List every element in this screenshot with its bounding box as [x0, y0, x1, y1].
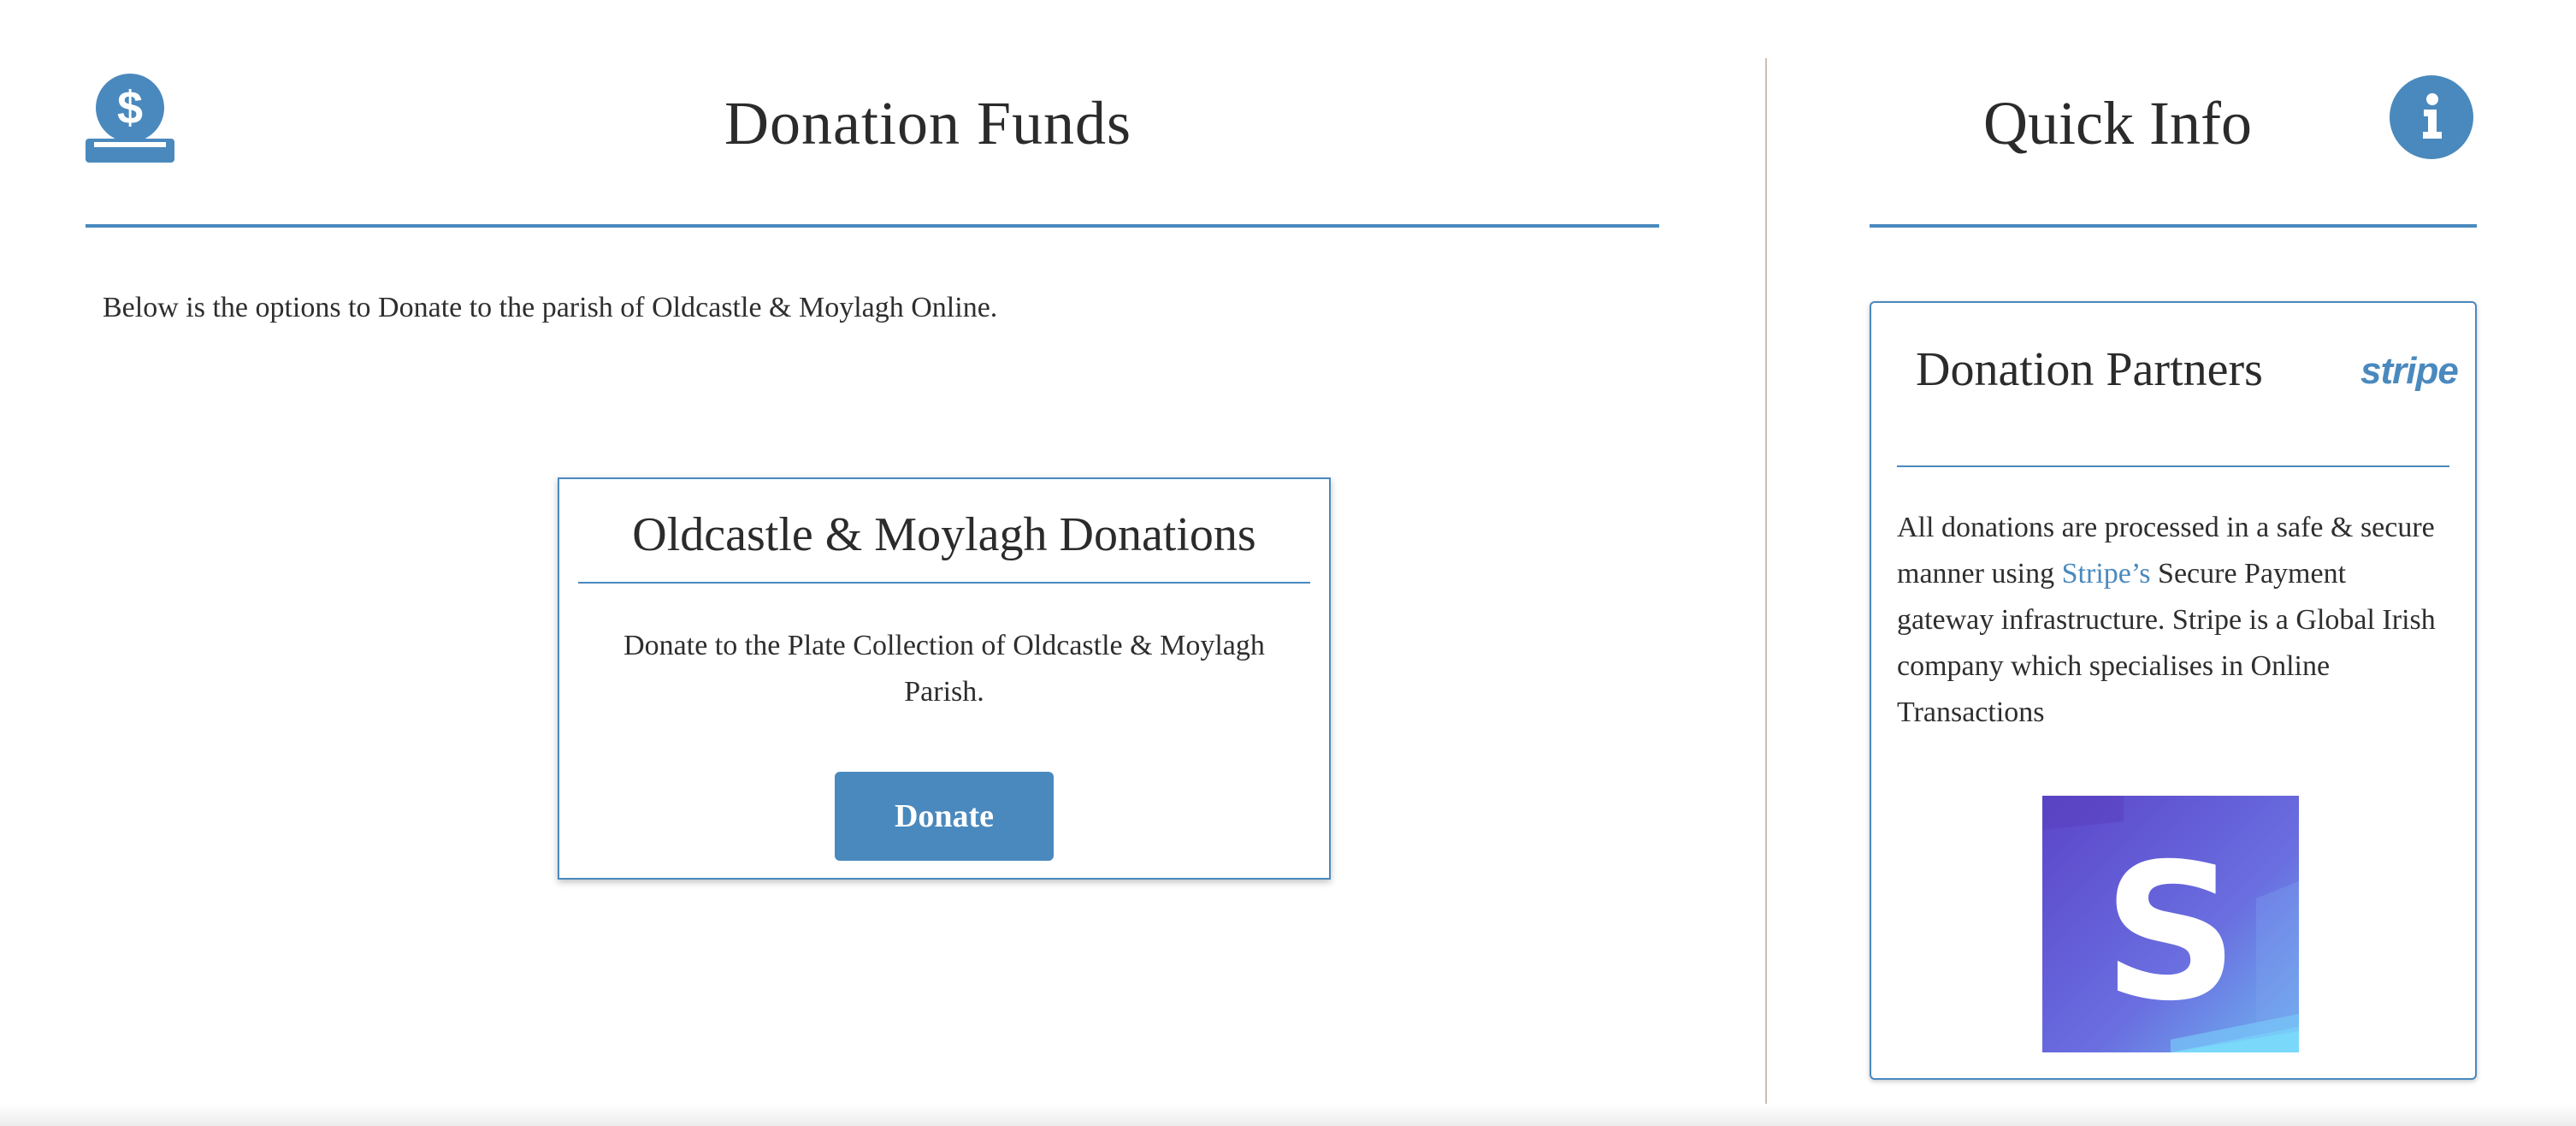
intro-text: Below is the options to Donate to the pa… [103, 292, 998, 323]
sidebar-title-divider [1870, 224, 2477, 228]
bottom-edge-shadow [0, 1104, 2576, 1126]
donate-button[interactable]: Donate [835, 772, 1054, 861]
column-divider [1765, 58, 1767, 1126]
partners-title: Donation Partners [1916, 343, 2263, 396]
svg-text:$: $ [117, 82, 143, 133]
partners-text: All donations are processed in a safe & … [1897, 505, 2449, 736]
donation-card-divider [578, 582, 1310, 584]
stripe-link[interactable]: Stripe’s [2062, 558, 2151, 590]
donation-card: Oldcastle & Moylagh Donations Donate to … [558, 477, 1331, 880]
donate-coin-icon: $ [86, 74, 174, 163]
stripe-logo-image: S [2042, 796, 2299, 1052]
sidebar-title: Quick Info [1983, 89, 2252, 157]
donation-card-title: Oldcastle & Moylagh Donations [632, 508, 1256, 561]
svg-text:S: S [2103, 823, 2238, 1042]
partners-divider [1897, 465, 2449, 467]
stripe-wordmark-logo: stripe [2360, 350, 2459, 392]
donation-card-text: Donate to the Plate Collection of Oldcas… [623, 630, 1265, 708]
info-icon [2390, 75, 2473, 159]
title-divider [86, 224, 1659, 228]
page-title: Donation Funds [724, 89, 1132, 157]
donation-partners-card: Donation Partners stripe All donations a… [1870, 301, 2477, 1080]
